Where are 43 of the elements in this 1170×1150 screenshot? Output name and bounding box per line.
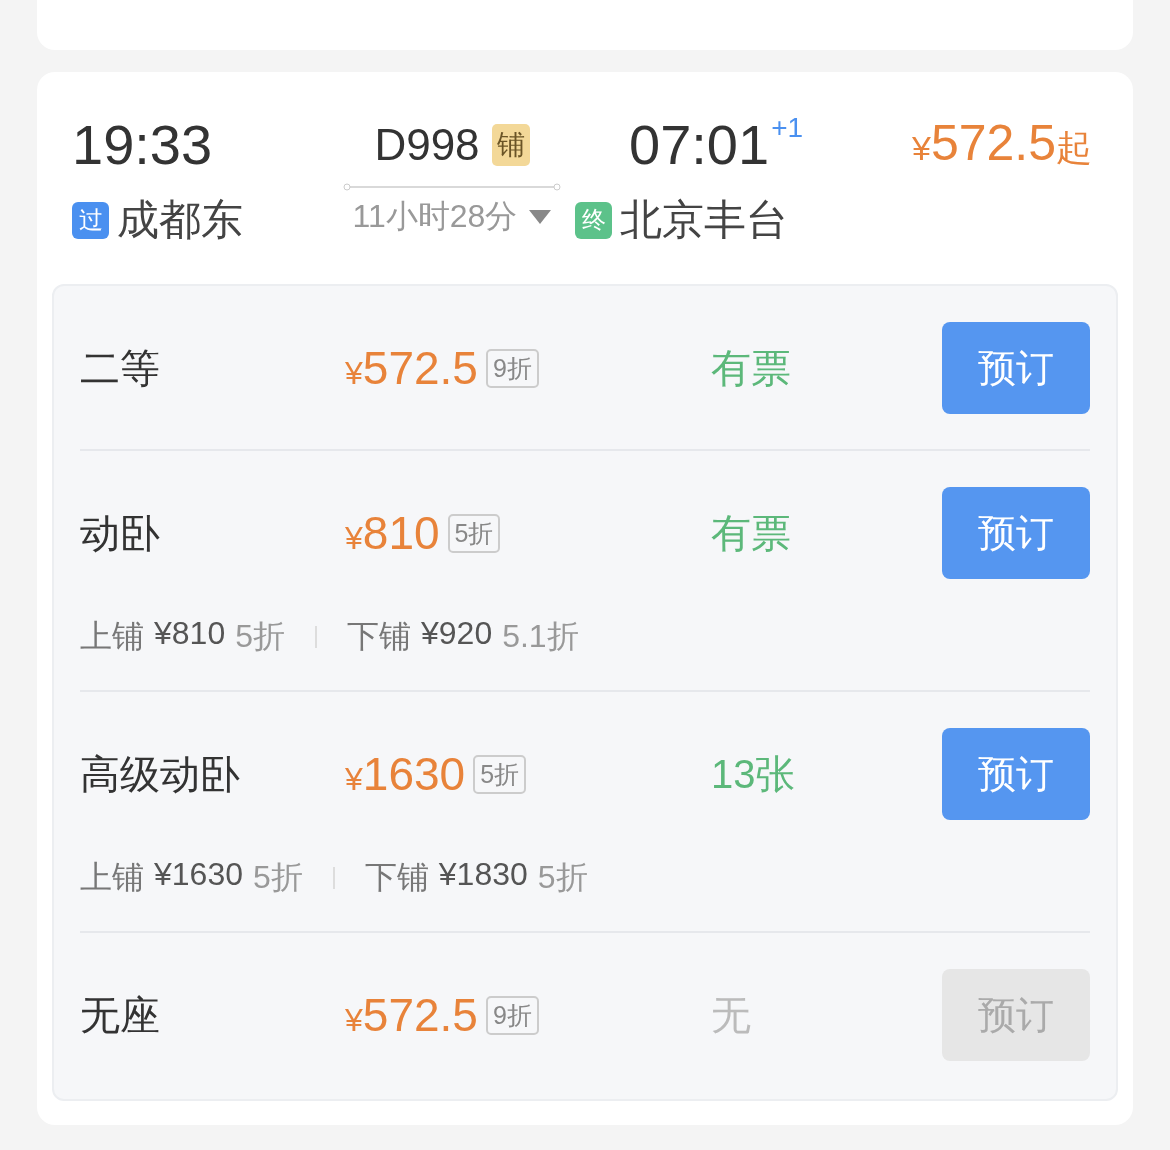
berth-discount: 5折 bbox=[235, 617, 285, 656]
ticket-availability: 有票 bbox=[711, 510, 791, 555]
ticket-availability: 有票 bbox=[711, 345, 791, 390]
duration: 11小时28分 bbox=[352, 197, 518, 236]
dropdown-caret-icon[interactable] bbox=[529, 210, 552, 224]
berth-label: 下铺 bbox=[347, 617, 411, 656]
book-button[interactable]: 预订 bbox=[942, 728, 1090, 820]
departure-station: 成都东 bbox=[117, 195, 243, 245]
day-offset: +1 bbox=[771, 111, 804, 145]
arrival-station: 北京丰台 bbox=[620, 195, 788, 245]
berth-discount: 5折 bbox=[537, 858, 588, 897]
berth-price: ¥1830 bbox=[438, 856, 528, 894]
lowest-price: ¥572.5起 bbox=[910, 114, 1092, 173]
berth-label: 上铺 bbox=[80, 858, 144, 897]
seat-price: ¥810 bbox=[345, 506, 440, 560]
seat-class: 动卧 bbox=[80, 509, 161, 557]
berth-price: ¥810 bbox=[154, 615, 226, 653]
berth-label: 下铺 bbox=[364, 858, 429, 897]
ticket-availability: 13张 bbox=[711, 751, 796, 796]
berth-price: ¥1630 bbox=[154, 856, 243, 894]
departure-time: 19:33 bbox=[72, 112, 213, 178]
berth-label: 上铺 bbox=[80, 617, 144, 656]
seat-class: 高级动卧 bbox=[80, 750, 241, 798]
discount-tag: 5折 bbox=[473, 754, 527, 794]
seat-price: ¥572.5 bbox=[345, 341, 478, 395]
book-button[interactable]: 预订 bbox=[942, 322, 1090, 414]
train-number: D998 bbox=[374, 120, 480, 170]
discount-tag: 9折 bbox=[485, 995, 539, 1035]
book-button[interactable]: 预订 bbox=[942, 487, 1090, 579]
berth-discount: 5折 bbox=[253, 858, 303, 897]
station-badge: 终 bbox=[575, 201, 612, 239]
station-badge: 过 bbox=[72, 201, 109, 239]
discount-tag: 5折 bbox=[447, 513, 501, 553]
berth-tag: 铺 bbox=[491, 124, 530, 166]
seat-price: ¥572.5 bbox=[345, 988, 478, 1042]
discount-tag: 9折 bbox=[485, 348, 539, 388]
seat-class: 二等 bbox=[80, 344, 161, 392]
arrival-time: 07:01 bbox=[629, 112, 770, 178]
berth-discount: 5.1折 bbox=[502, 617, 579, 656]
ticket-availability: 无 bbox=[711, 992, 751, 1037]
seat-price: ¥1630 bbox=[345, 747, 466, 801]
seat-class: 无座 bbox=[80, 991, 161, 1039]
berth-price: ¥920 bbox=[421, 615, 493, 653]
